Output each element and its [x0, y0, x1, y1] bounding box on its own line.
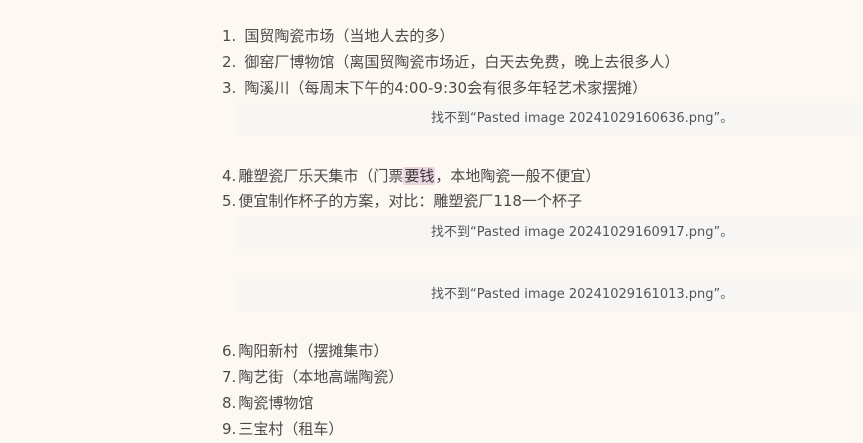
list-item: 1. 国贸陶瓷市场（当地人去的多）: [222, 25, 454, 47]
missing-image-message: 找不到“Pasted image 20241029160636.png”。: [431, 111, 734, 126]
list-item-text: 陶阳新村（摆摊集市）: [238, 342, 389, 360]
missing-image-embed[interactable]: 找不到“Pasted image 20241029160636.png”。: [236, 103, 863, 135]
list-number: 1.: [222, 27, 237, 45]
list-number: 4.: [222, 167, 237, 185]
missing-image-embed[interactable]: 找不到“Pasted image 20241029161013.png”。: [236, 279, 863, 311]
missing-image-message: 找不到“Pasted image 20241029161013.png”。: [431, 287, 734, 302]
list-number: 5.: [222, 192, 237, 210]
list-item-text: 三宝村（租车）: [238, 420, 344, 438]
list-number: 7.: [222, 368, 237, 386]
list-item: 7. 陶艺街（本地高端陶瓷）: [222, 366, 403, 388]
highlighted-text: 要钱: [403, 167, 436, 185]
list-item: 6. 陶阳新村（摆摊集市）: [222, 340, 388, 362]
list-number: 8.: [222, 394, 237, 412]
list-item-text: 国贸陶瓷市场（当地人去的多）: [244, 27, 455, 45]
list-item-text: 雕塑瓷厂乐天集市（门票: [238, 167, 404, 185]
list-item-text: ，本地陶瓷一般不便宜）: [435, 167, 601, 185]
list-item-text: 陶艺街（本地高端陶瓷）: [238, 368, 404, 386]
list-item-text: 陶溪川（每周末下午的4:00-9:30会有很多年轻艺术家摆摊）: [244, 79, 648, 97]
list-number: 9.: [222, 420, 237, 438]
missing-image-message: 找不到“Pasted image 20241029160917.png”。: [431, 225, 734, 240]
list-item: 2. 御窑厂博物馆（离国贸陶瓷市场近，白天去免费，晚上去很多人）: [222, 51, 679, 73]
list-item-text: 御窑厂博物馆（离国贸陶瓷市场近，白天去免费，晚上去很多人）: [244, 53, 680, 71]
list-item: 9. 三宝村（租车）: [222, 418, 343, 440]
list-item: 4. 雕塑瓷厂乐天集市（门票要钱，本地陶瓷一般不便宜）: [222, 165, 600, 187]
list-item-text: 陶瓷博物馆: [238, 394, 314, 412]
list-item: 8. 陶瓷博物馆: [222, 392, 313, 414]
list-number: 2.: [222, 53, 237, 71]
list-number: 3.: [222, 79, 237, 97]
missing-image-embed[interactable]: 找不到“Pasted image 20241029160917.png”。: [236, 217, 863, 249]
list-item-text: 便宜制作杯子的方案，对比：雕塑瓷厂118一个杯子: [238, 192, 582, 210]
list-number: 6.: [222, 342, 237, 360]
list-item: 3. 陶溪川（每周末下午的4:00-9:30会有很多年轻艺术家摆摊）: [222, 77, 647, 99]
list-item: 5. 便宜制作杯子的方案，对比：雕塑瓷厂118一个杯子: [222, 190, 582, 212]
